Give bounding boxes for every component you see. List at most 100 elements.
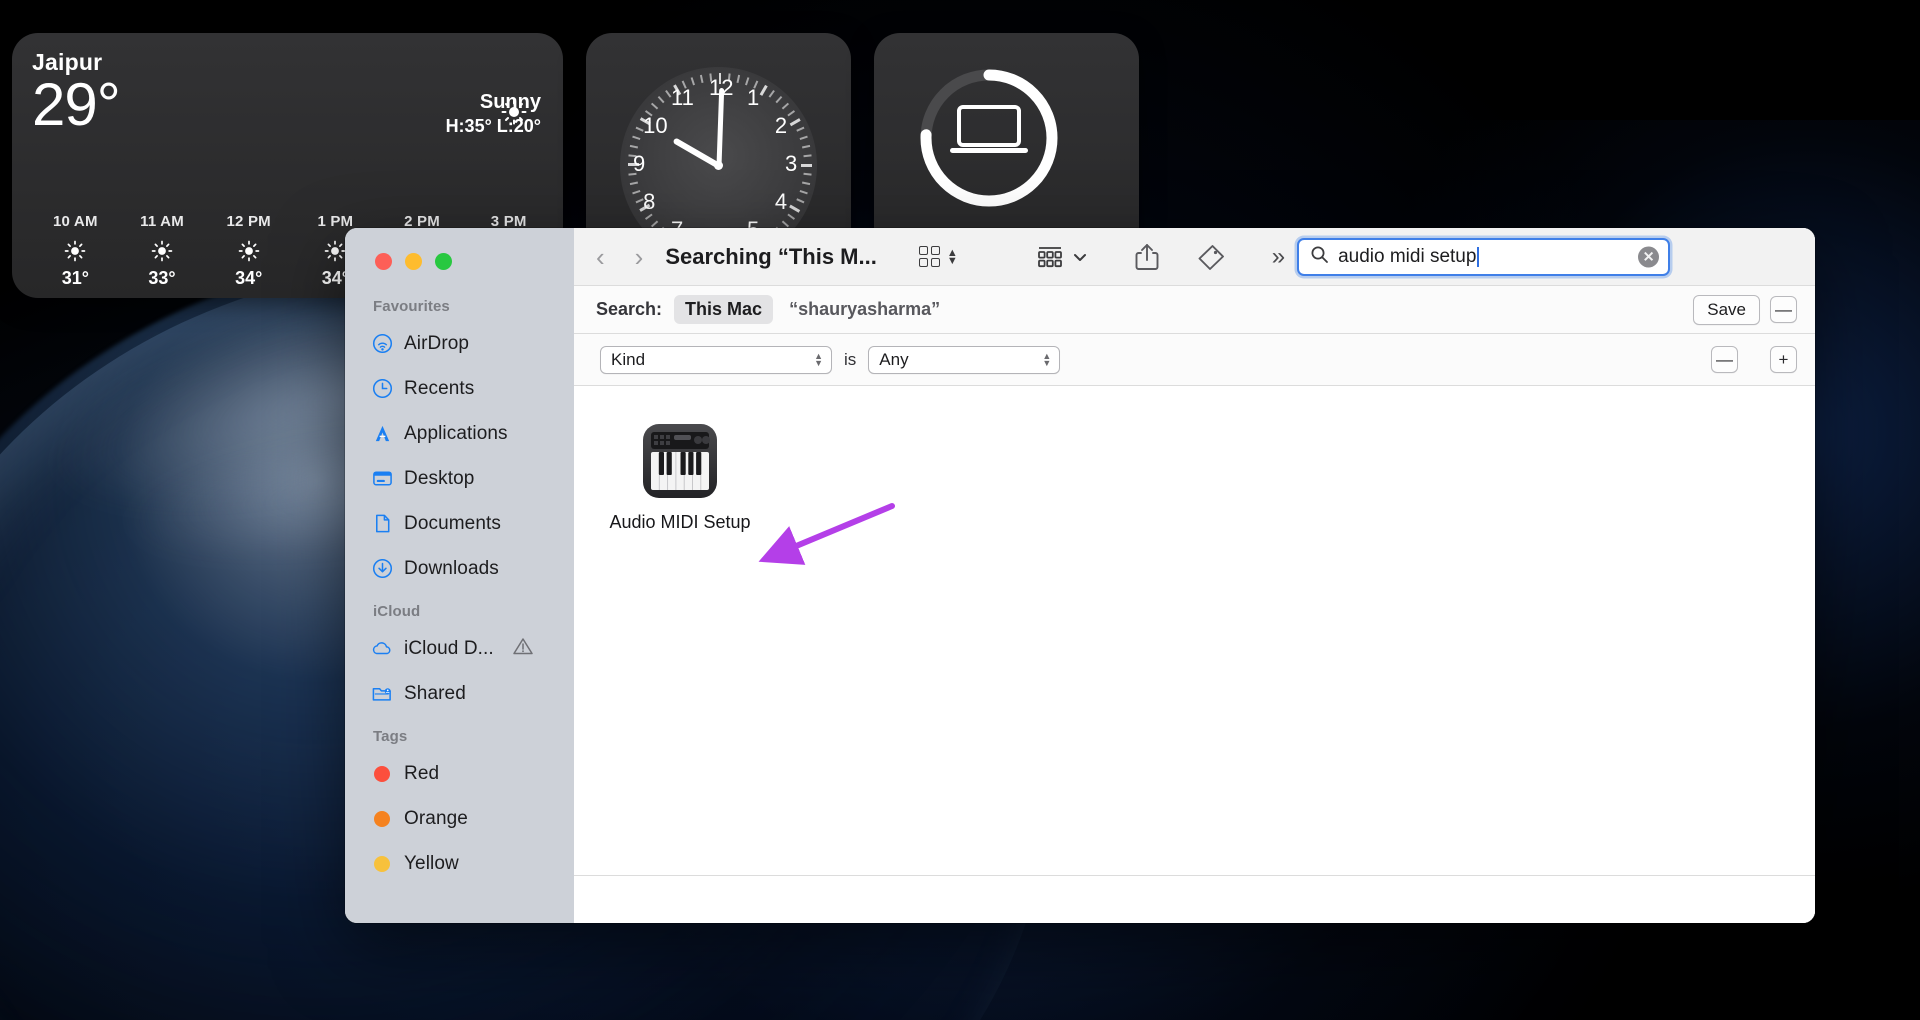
sidebar-item-yellow[interactable]: Yellow <box>345 841 574 886</box>
weather-hour-time: 11 AM <box>140 213 184 230</box>
filter-attribute-select[interactable]: Kind ▲ ▼ <box>600 345 832 374</box>
sidebar-item-documents[interactable]: Documents <box>345 501 574 546</box>
up-down-chevron-icon: ▲ ▼ <box>814 350 823 368</box>
search-field[interactable]: audio midi setup ✕ <box>1297 237 1671 276</box>
sidebar-item-label: Shared <box>404 682 466 704</box>
sidebar-item-downloads[interactable]: Downloads <box>345 546 574 591</box>
remove-search-button[interactable]: — <box>1770 296 1797 323</box>
chevron-down-icon[interactable] <box>1072 251 1088 263</box>
clock-number: 1 <box>747 85 760 111</box>
sidebar-item-label: Documents <box>404 512 501 534</box>
search-filter-row: Kind ▲ ▼ is Any ▲ ▼ — + <box>574 334 1815 386</box>
chevron-right-icon[interactable]: › <box>635 244 644 270</box>
weather-hour-cell: 11 AM 33° <box>119 213 206 289</box>
save-button[interactable]: Save <box>1693 294 1760 325</box>
sidebar-item-label: Recents <box>404 377 475 399</box>
finder-window[interactable]: Favourites AirDrop Recents Applications Desk… <box>345 228 1815 923</box>
clock-tick <box>735 74 740 84</box>
window-controls[interactable] <box>375 253 452 270</box>
hour-hand <box>671 136 720 169</box>
desktop-icon <box>371 468 393 490</box>
filter-value: Any <box>879 349 909 369</box>
clock-number: 11 <box>671 85 694 111</box>
weather-hour-cell: 12 PM 34° <box>205 213 292 289</box>
clock-tick <box>744 77 749 86</box>
weather-hour-time: 12 PM <box>226 213 271 230</box>
search-icon <box>1310 245 1329 269</box>
sidebar-item-applications[interactable]: Applications <box>345 411 574 456</box>
sidebar-section-header: Tags <box>373 728 408 745</box>
sidebar-item-red[interactable]: Red <box>345 751 574 796</box>
sidebar-item-orange[interactable]: Orange <box>345 796 574 841</box>
up-down-chevron-icon[interactable]: ▲ ▼ <box>947 247 958 266</box>
clock-center-hub <box>714 161 723 170</box>
result-item-audio-midi-setup[interactable]: Audio MIDI Setup <box>606 422 754 533</box>
chevron-left-icon[interactable]: ‹ <box>596 244 605 270</box>
clock-tick <box>759 84 767 96</box>
clock-tick <box>802 172 812 176</box>
weather-hour-temp: 33° <box>148 268 176 288</box>
clock-tick <box>800 164 812 167</box>
share-icon[interactable] <box>1134 242 1160 272</box>
clock-tick <box>781 102 789 110</box>
scope-current-folder[interactable]: “shauryasharma” <box>789 299 940 320</box>
sidebar-section-header: Favourites <box>373 298 450 315</box>
download-icon <box>371 558 393 580</box>
sidebar-item-shared[interactable]: Shared <box>345 671 574 716</box>
sidebar-item-recents[interactable]: Recents <box>345 366 574 411</box>
sidebar-item-label: iCloud D... <box>404 637 494 659</box>
clock-tick <box>650 220 658 228</box>
add-filter-button[interactable]: + <box>1770 346 1797 373</box>
document-icon <box>371 513 393 535</box>
clock-tick <box>629 144 638 149</box>
sidebar-item-label: AirDrop <box>404 332 470 354</box>
shared-folder-icon <box>371 683 393 705</box>
clock-tick <box>631 190 640 195</box>
warning-triangle-icon[interactable] <box>513 637 533 660</box>
result-item-label: Audio MIDI Setup <box>609 512 751 532</box>
sidebar-section-header: iCloud <box>373 603 421 620</box>
clock-tick <box>631 135 640 140</box>
clock-tick <box>801 181 810 186</box>
tag-dot-icon <box>371 763 393 785</box>
finder-results-area[interactable]: Audio MIDI Setup <box>574 386 1815 875</box>
scope-this-mac[interactable]: This Mac <box>674 295 774 324</box>
weather-summary: Sunny H:35° L:20° <box>446 91 541 137</box>
sidebar-item-label: Orange <box>404 807 468 829</box>
weather-hour-time: 10 AM <box>53 213 98 230</box>
sidebar-item-airdrop[interactable]: AirDrop <box>345 321 574 366</box>
finder-sidebar[interactable]: Favourites AirDrop Recents Applications Desk… <box>345 228 574 923</box>
sidebar-item-icloud-d[interactable]: iCloud D... <box>345 626 574 671</box>
weather-hour-temp: 34° <box>235 268 263 288</box>
clear-circle-icon[interactable]: ✕ <box>1638 246 1660 267</box>
clock-tick <box>786 110 795 117</box>
clock-tick <box>635 126 644 132</box>
minimize-button[interactable] <box>405 253 422 270</box>
filter-value-select[interactable]: Any ▲ ▼ <box>868 345 1061 374</box>
applications-icon <box>371 423 393 445</box>
zoom-button[interactable] <box>435 253 452 270</box>
clock-tick <box>802 154 812 158</box>
grid-view-icon[interactable] <box>918 246 940 267</box>
remove-filter-button[interactable]: — <box>1711 346 1738 373</box>
clock-tick <box>699 74 704 84</box>
clock-tick <box>768 89 775 98</box>
clock-number: 4 <box>774 189 788 214</box>
clock-tick <box>774 95 782 104</box>
sidebar-item-desktop[interactable]: Desktop <box>345 456 574 501</box>
clock-tick <box>789 118 800 126</box>
clock-icon <box>371 378 393 400</box>
search-label: Search: <box>596 299 663 319</box>
screen: Jaipur 29° Sunny H:35° L:20° 10 AM 31° 1… <box>0 0 1920 1020</box>
group-by-icon[interactable] <box>1036 244 1064 270</box>
double-chevron-right-icon[interactable]: » <box>1272 243 1285 271</box>
tag-icon[interactable] <box>1196 243 1226 271</box>
midi-keyboard-icon <box>641 422 719 500</box>
sidebar-item-label: Applications <box>404 422 508 444</box>
text-caret <box>1477 246 1480 267</box>
search-input-value[interactable]: audio midi setup <box>1338 246 1476 268</box>
sidebar-item-label: Desktop <box>404 467 475 489</box>
clock-number: 2 <box>774 113 788 138</box>
clock-tick <box>788 204 800 213</box>
close-button[interactable] <box>375 253 392 270</box>
